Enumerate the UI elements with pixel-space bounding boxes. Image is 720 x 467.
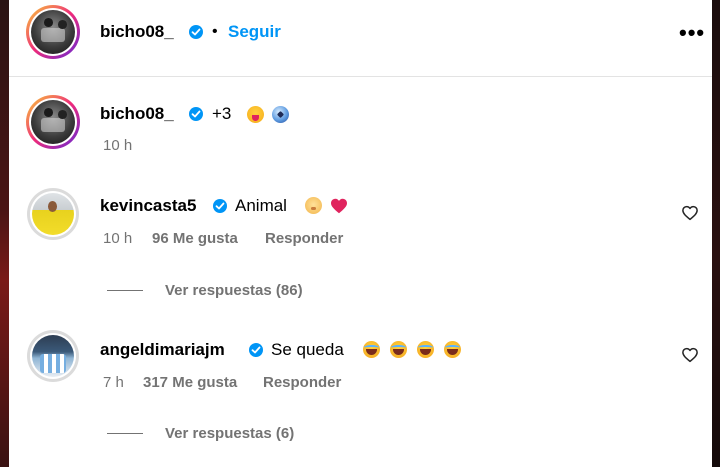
verified-badge-icon <box>189 107 203 121</box>
view-replies-button[interactable]: Ver respuestas (6) <box>165 425 294 442</box>
more-options-icon[interactable]: ••• <box>679 20 705 46</box>
comment-time: 7 h <box>103 374 124 391</box>
verified-badge-icon <box>213 199 227 213</box>
like-count[interactable]: 317 Me gusta <box>143 374 237 391</box>
caption-avatar[interactable] <box>26 95 80 149</box>
author-username[interactable]: bicho08_ <box>100 22 174 42</box>
replies-divider <box>107 433 143 434</box>
comment-username[interactable]: angeldimariajm <box>100 340 225 360</box>
reply-button[interactable]: Responder <box>265 230 343 247</box>
comments-panel: bicho08_ • Seguir ••• bicho08_ +3 10 h k… <box>9 0 712 467</box>
face-with-tongue-emoji <box>247 106 264 123</box>
red-heart-emoji <box>330 198 348 214</box>
comment-time: 10 h <box>103 230 133 247</box>
laughing-tears-emoji <box>444 341 461 358</box>
comment-username[interactable]: kevincasta5 <box>100 196 196 216</box>
verified-badge-icon <box>189 25 203 39</box>
laughing-tears-emoji <box>417 341 434 358</box>
comment-text: Se queda <box>271 340 344 359</box>
laughing-tears-emoji <box>363 341 380 358</box>
reply-button[interactable]: Responder <box>263 374 341 391</box>
caption-text: +3 <box>212 104 232 123</box>
view-replies-button[interactable]: Ver respuestas (86) <box>165 282 303 299</box>
follow-button[interactable]: Seguir <box>228 22 281 42</box>
author-avatar[interactable] <box>26 5 80 59</box>
background-right-edge <box>712 0 720 467</box>
background-left-edge <box>0 0 9 467</box>
soccer-ball-emoji <box>272 106 289 123</box>
post-header: bicho08_ • Seguir ••• <box>9 0 712 77</box>
laughing-tears-emoji <box>390 341 407 358</box>
like-count[interactable]: 96 Me gusta <box>152 230 238 247</box>
commenter-avatar[interactable] <box>27 188 79 240</box>
caption-time: 10 h <box>103 137 133 154</box>
baby-emoji <box>305 197 322 214</box>
verified-badge-icon <box>249 343 263 357</box>
like-heart-icon[interactable] <box>681 346 699 364</box>
like-heart-icon[interactable] <box>681 204 699 222</box>
comment-text: Animal <box>235 196 287 215</box>
separator-dot: • <box>212 23 218 40</box>
replies-divider <box>107 290 143 291</box>
commenter-avatar[interactable] <box>27 330 79 382</box>
caption-username[interactable]: bicho08_ <box>100 104 174 124</box>
